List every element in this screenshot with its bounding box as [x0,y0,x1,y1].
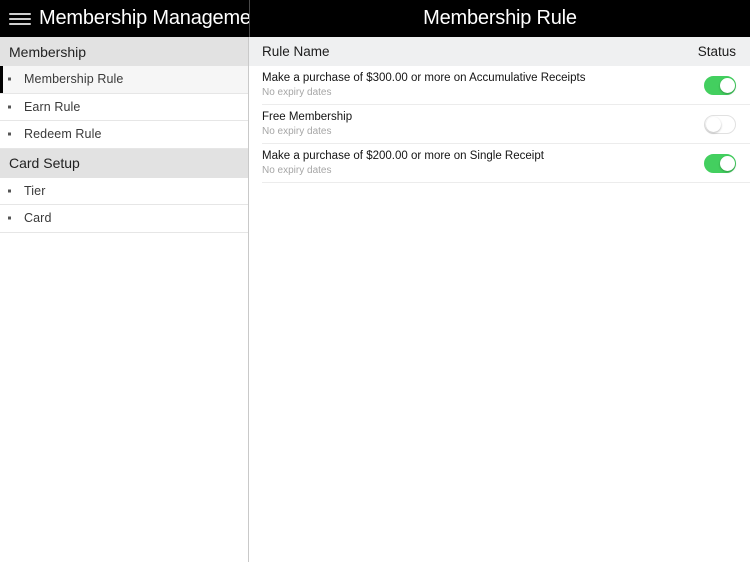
rule-name: Make a purchase of $300.00 or more on Ac… [262,72,586,84]
app-title: Membership Manageme... [39,7,249,29]
body-split: Membership Membership Rule Earn Rule Red [0,37,750,562]
rule-status-toggle[interactable] [704,76,736,95]
hamburger-line-3 [9,22,31,25]
rule-list-panel: Rule Name Status Make a purchase of $300… [249,37,750,562]
sidebar-section-header-card-setup: Card Setup [0,148,248,178]
bullet-icon [8,189,11,193]
topbar-left-pane: Membership Manageme... [0,0,249,37]
selection-indicator [0,66,3,93]
sidebar-item-earn-rule[interactable]: Earn Rule [0,93,248,121]
topbar-right-pane: Membership Rule [250,0,750,37]
rule-list: Make a purchase of $300.00 or more on Ac… [249,66,750,562]
app-window: Membership Manageme... Membership Rule M… [0,0,750,562]
sidebar-item-label: Tier [24,183,46,198]
bullet-icon [8,216,11,220]
sidebar-item-label: Earn Rule [24,99,81,114]
hamburger-line-1 [9,12,31,15]
sidebar-navigation: Membership Membership Rule Earn Rule Red [0,37,249,562]
page-title: Membership Rule [423,7,577,29]
toggle-knob [720,78,735,93]
sidebar-item-membership-rule[interactable]: Membership Rule [0,66,248,94]
rule-name: Free Membership [262,111,353,123]
bullet-icon [8,132,11,136]
toggle-knob [720,156,735,171]
sidebar-group-membership: Membership Rule Earn Rule Redeem Rule [0,66,248,149]
sidebar-item-card[interactable]: Card [0,205,248,233]
top-app-bar: Membership Manageme... Membership Rule [0,0,750,37]
rule-row-texts: Free Membership No expiry dates [262,111,704,138]
column-header-status: Status [697,44,736,59]
rule-status-toggle[interactable] [704,154,736,173]
bullet-icon [8,77,11,81]
rule-status-toggle[interactable] [704,115,736,134]
rule-expiry: No expiry dates [262,87,332,98]
toggle-knob [706,117,721,132]
sidebar-group-card-setup: Tier Card [0,177,248,233]
hamburger-line-2 [9,17,31,20]
sidebar-item-label: Membership Rule [24,72,124,87]
rule-expiry: No expiry dates [262,165,332,176]
sidebar-item-label: Redeem Rule [24,127,102,142]
sidebar-section-header-membership: Membership [0,37,248,66]
rule-row-texts: Make a purchase of $200.00 or more on Si… [262,150,704,177]
bullet-icon [8,105,11,109]
rule-expiry: No expiry dates [262,126,332,137]
sidebar-item-tier[interactable]: Tier [0,177,248,205]
table-row[interactable]: Make a purchase of $300.00 or more on Ac… [249,66,750,105]
table-row[interactable]: Make a purchase of $200.00 or more on Si… [249,144,750,183]
column-header-rule-name: Rule Name [262,44,330,59]
rule-list-column-headers: Rule Name Status [249,37,750,66]
sidebar-item-redeem-rule[interactable]: Redeem Rule [0,121,248,149]
hamburger-menu-icon[interactable] [9,11,31,27]
rule-name: Make a purchase of $200.00 or more on Si… [262,150,544,162]
rule-row-texts: Make a purchase of $300.00 or more on Ac… [262,72,704,99]
table-row[interactable]: Free Membership No expiry dates [249,105,750,144]
